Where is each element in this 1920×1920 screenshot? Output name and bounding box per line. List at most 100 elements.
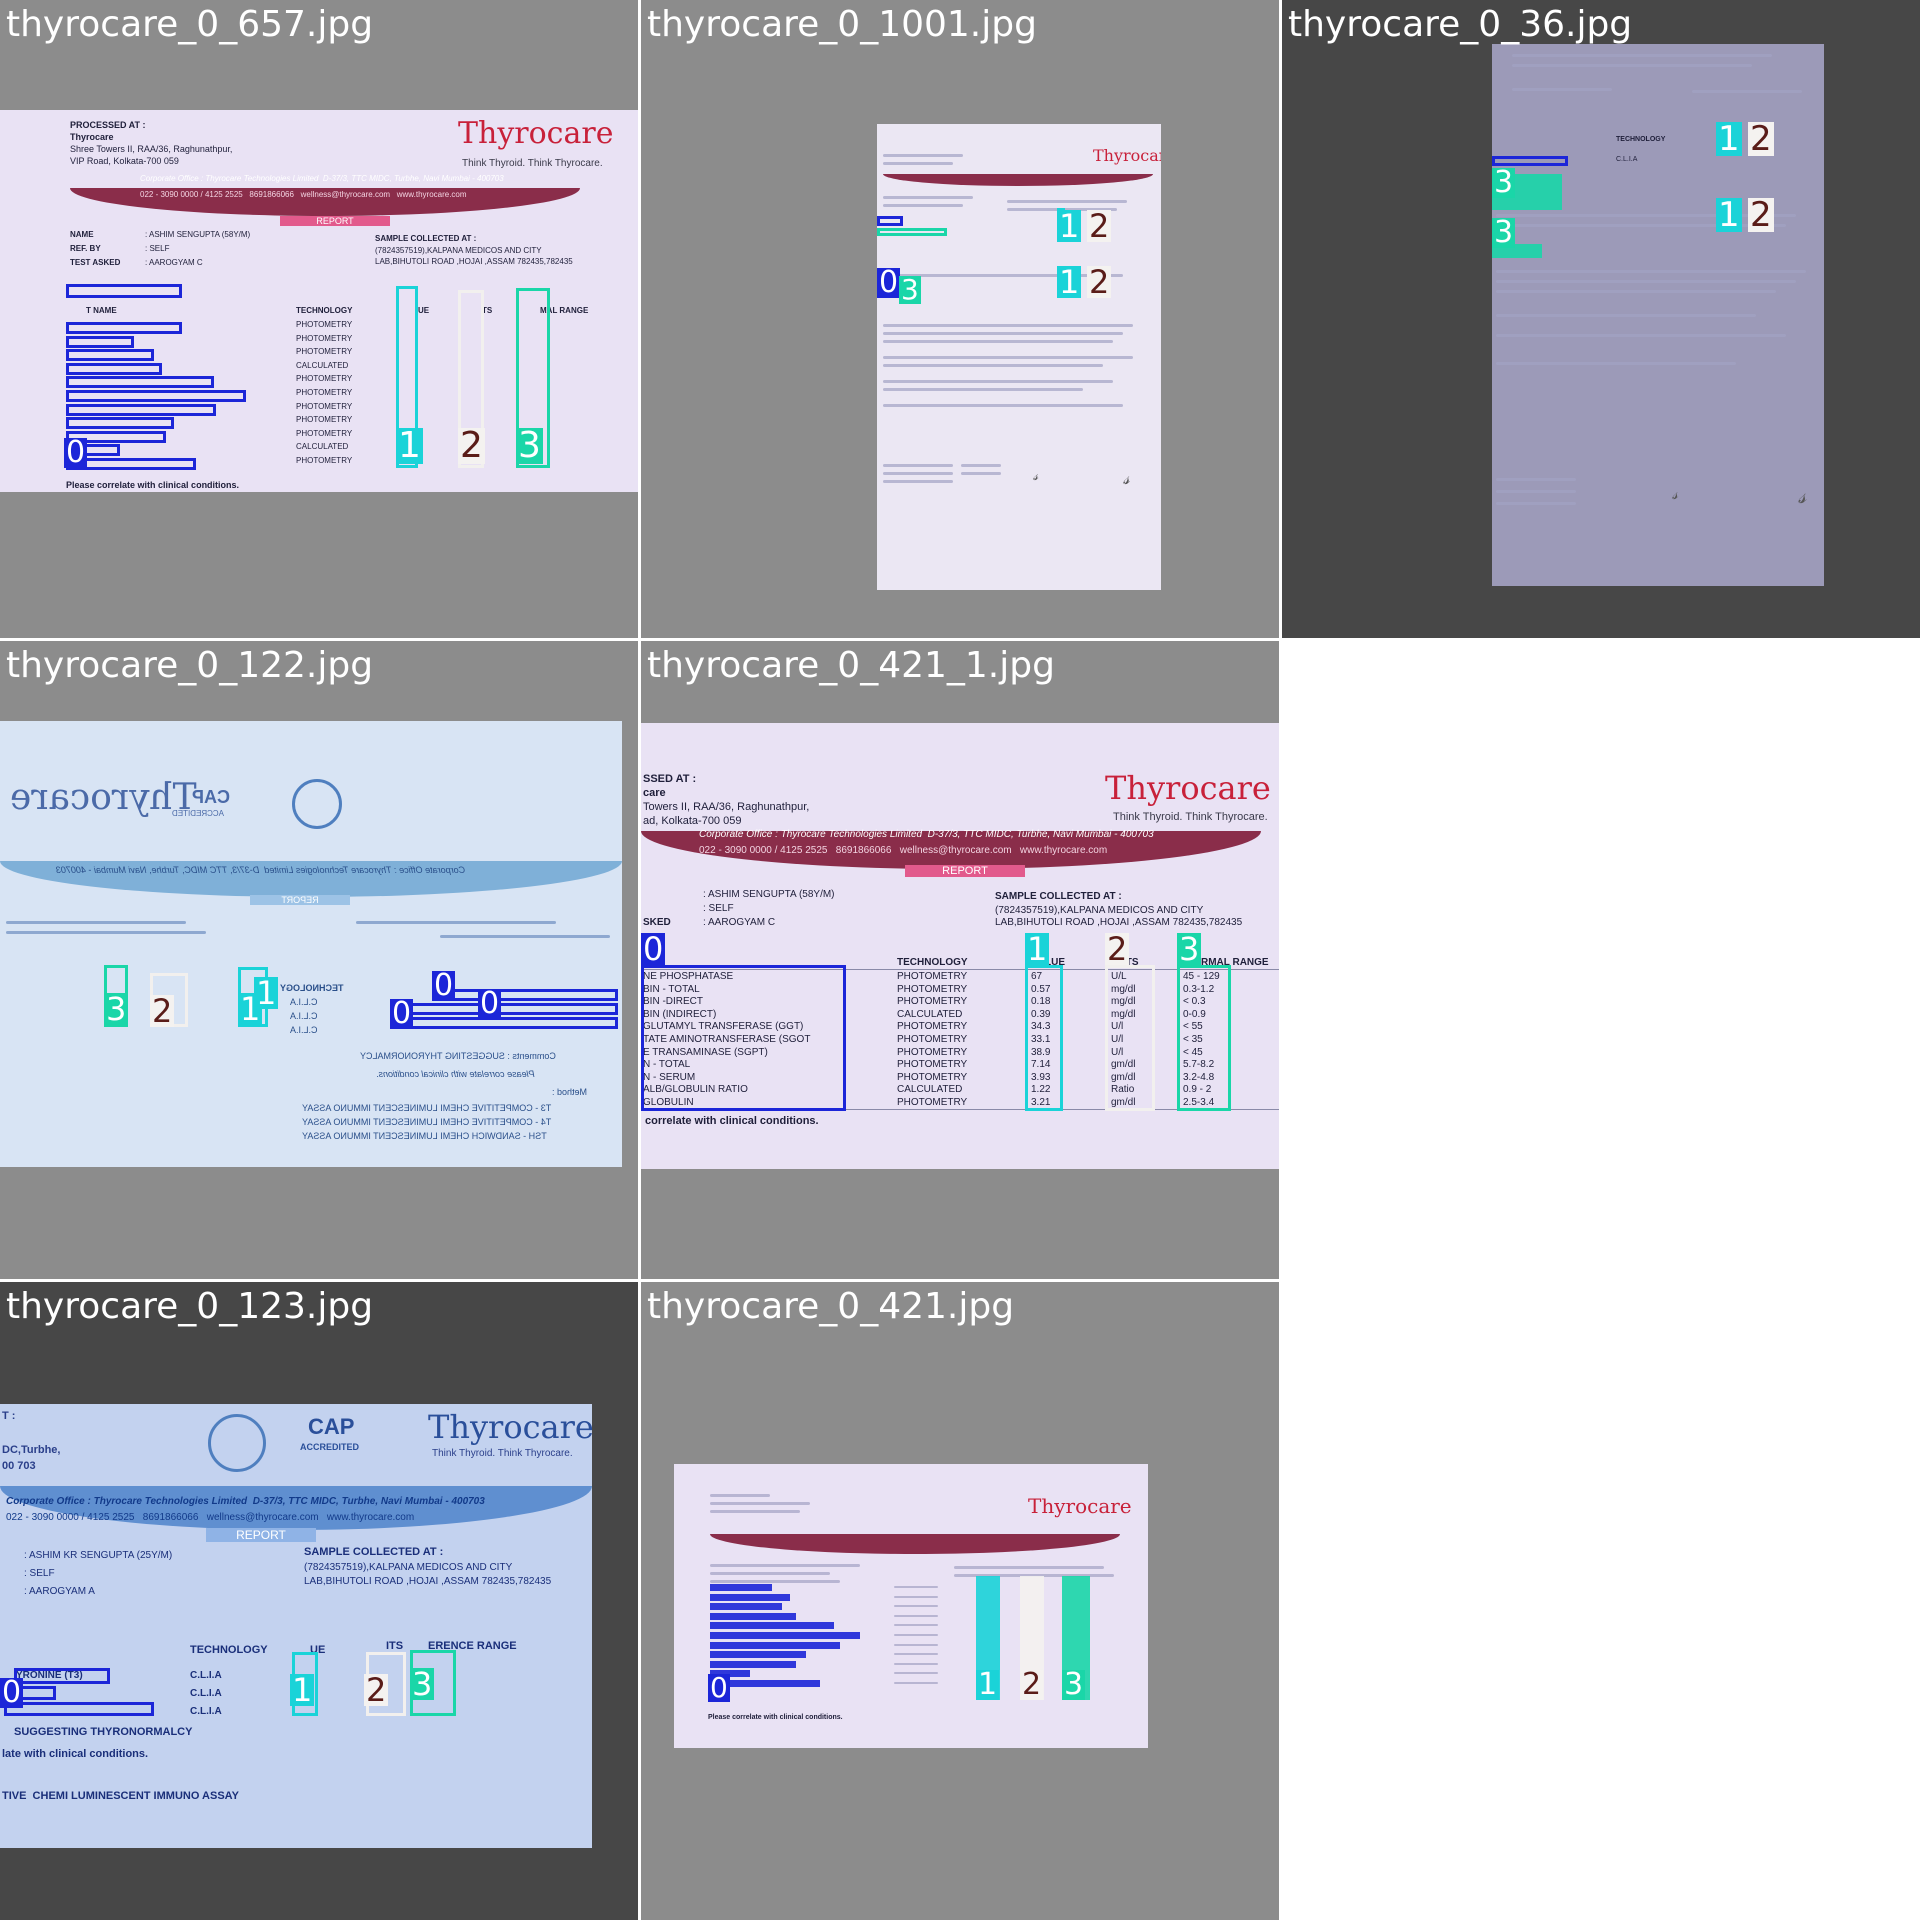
technology-blur (894, 1586, 938, 1588)
report-photo: T : DC,Turbhe, 00 703 CAP ACCREDITED Thy… (0, 1404, 592, 1848)
corporate-office: Corporate Office : Thyrocare Technologie… (6, 1496, 485, 1507)
tagline: Think Thyroid. Think Thyrocare. (432, 1448, 573, 1459)
sample-line: LAB,BIHUTOLI ROAD ,HOJAI ,ASSAM 782435,7… (304, 1576, 552, 1587)
class-label-1: 1 (976, 1667, 1000, 1702)
cap-logo: CAP (192, 787, 231, 807)
detection-box-class-0 (877, 216, 903, 226)
detection-box-class-0 (66, 376, 214, 389)
comments: SUGGESTING THYRONORMALCY (14, 1726, 193, 1738)
tile-421: thyrocare_0_421.jpg Thyrocare Please cor… (641, 1282, 1279, 1920)
technology-blur (894, 1672, 938, 1675)
tile-title: thyrocare_0_657.jpg (6, 4, 374, 45)
detection-box-class-0 (66, 417, 174, 430)
class-label-3: 3 (1492, 215, 1516, 250)
tile-36: thyrocare_0_36.jpg TECHNOLOGY C.L.I.A 𝓈 … (1282, 0, 1920, 638)
brand-logo: Thyrocare (1105, 769, 1271, 807)
report-ribbon: REPORT (280, 216, 390, 226)
report-photo: TECHNOLOGY C.L.I.A 𝓈 𝓈 1 2 3 1 2 3 (1492, 44, 1824, 586)
technology-cell: PHOTOMETRY (296, 320, 353, 329)
class-label-3: 3 (104, 990, 129, 1028)
ref-value: : SELF (24, 1568, 55, 1579)
footer-note: Please correlate with clinical condition… (708, 1714, 843, 1721)
col-technology: TECHNOLOGY (296, 306, 353, 315)
technology-cell: C.L.I.A (190, 1706, 222, 1717)
detection-box-class-2 (1105, 965, 1155, 1111)
name-label: NAME (70, 230, 94, 239)
ref-label: REF. BY (70, 244, 101, 253)
left-text: 00 703 (2, 1460, 36, 1472)
class-0-highlight (710, 1584, 772, 1591)
col-test-name: T NAME (86, 306, 117, 315)
technology-cell: PHOTOMETRY (296, 415, 353, 425)
ref-value: : SELF (703, 903, 734, 914)
class-0-highlight (710, 1641, 840, 1649)
class-label-0: 0 (641, 930, 666, 968)
accredited: ACCREDITED (172, 809, 225, 818)
technology-blur (894, 1595, 938, 1598)
technology-blur (894, 1643, 938, 1646)
tile-122: thyrocare_0_122.jpg Thyrocare CAP ACCRED… (0, 641, 638, 1279)
address-line: VIP Road, Kolkata-700 059 (70, 156, 179, 166)
method-line: TIVE CHEMI LUMINESCENT IMMUNO ASSAY (2, 1790, 239, 1802)
technology-blur (894, 1634, 938, 1636)
class-label-1: 1 (1057, 263, 1082, 301)
col-units: ITS (386, 1640, 404, 1652)
detection-box-class-0 (66, 284, 182, 298)
sample-line: LAB,BIHUTOLI ROAD ,HOJAI ,ASSAM 782435,7… (995, 917, 1243, 928)
detection-box-class-3 (1177, 965, 1231, 1111)
technology-cell: PHOTOMETRY (296, 401, 353, 411)
detection-box-class-0 (4, 1702, 154, 1716)
detection-box-class-0 (434, 989, 618, 1001)
class-label-2: 2 (1105, 930, 1130, 968)
ref-value: : SELF (145, 244, 170, 253)
class-label-1: 1 (396, 425, 423, 466)
technology-cell: C.L.I.A (290, 997, 318, 1007)
header-banner (710, 1534, 1120, 1554)
class-0-highlight (710, 1593, 790, 1601)
brand-logo: Thyrocare (458, 116, 614, 151)
class-0-highlight (710, 1660, 796, 1668)
technology-blur (894, 1605, 938, 1608)
class-label-3: 3 (410, 1665, 435, 1703)
tile-title: thyrocare_0_36.jpg (1288, 4, 1633, 45)
comments: Comments : SUGGESTING THYRONORMALCY (360, 1051, 556, 1061)
class-0-highlight (710, 1651, 806, 1659)
class-label-2: 2 (150, 992, 175, 1030)
detection-box-class-0 (66, 349, 154, 362)
name-value: : ASHIM KR SENGUPTA (25Y/M) (24, 1550, 173, 1561)
footer-note: Please correlate with clinical condition… (66, 480, 240, 490)
tile-1001: thyrocare_0_1001.jpg Thyrocar 𝓈 𝓈 1 2 1 … (641, 0, 1279, 638)
report-photo: Thyrocare CAP ACCREDITED Corporate Offic… (0, 721, 622, 1167)
sample-line: (7824357519),KALPANA MEDICOS AND CITY (995, 905, 1204, 916)
processed-at: PROCESSED AT : (70, 120, 146, 130)
class-label-3: 3 (899, 273, 921, 306)
detection-box-class-0 (390, 1017, 618, 1029)
corporate-office: Corporate Office : Thyrocare Technologie… (56, 865, 466, 875)
sample-line: (7824357519),KALPANA MEDICOS AND CITY (304, 1562, 513, 1573)
class-label-0: 0 (432, 968, 456, 1003)
technology-cell: C.L.I.A (290, 1011, 318, 1021)
technology-cell: PHOTOMETRY (897, 1034, 968, 1045)
tagline: Think Thyroid. Think Thyrocare. (462, 158, 603, 169)
left-text: DC,Turbhe, (2, 1444, 61, 1456)
processed-at: SSED AT : (643, 773, 697, 785)
method-line: TSH - SANDWICH CHEMI LUMINESCENT IMMUNO … (302, 1131, 547, 1141)
tile-title: thyrocare_0_1001.jpg (647, 4, 1037, 45)
brand-logo-mirrored: Thyrocare (10, 777, 197, 818)
method-label: Method : (552, 1087, 588, 1097)
technology-cell: PHOTOMETRY (897, 1097, 968, 1108)
class-label-3: 3 (1062, 1667, 1086, 1702)
technology-cell: PHOTOMETRY (296, 388, 353, 397)
class-label-0: 0 (708, 1671, 730, 1704)
class-label-2: 2 (1020, 1667, 1044, 1702)
mosaic-grid: thyrocare_0_657.jpg PROCESSED AT : Thyro… (0, 0, 1920, 1920)
technology-cell: PHOTOMETRY (296, 374, 353, 384)
detection-box-class-0 (66, 390, 246, 402)
tile-421-1: thyrocare_0_421_1.jpg SSED AT : care Tow… (641, 641, 1279, 1279)
tagline: Think Thyroid. Think Thyrocare. (1113, 811, 1268, 823)
class-label-2: 2 (458, 425, 485, 466)
technology-cell: CALCULATED (296, 442, 349, 452)
class-label-1: 1 (1716, 195, 1742, 235)
class-label-3: 3 (516, 425, 543, 466)
test-value: : AAROGYAM A (24, 1586, 95, 1597)
